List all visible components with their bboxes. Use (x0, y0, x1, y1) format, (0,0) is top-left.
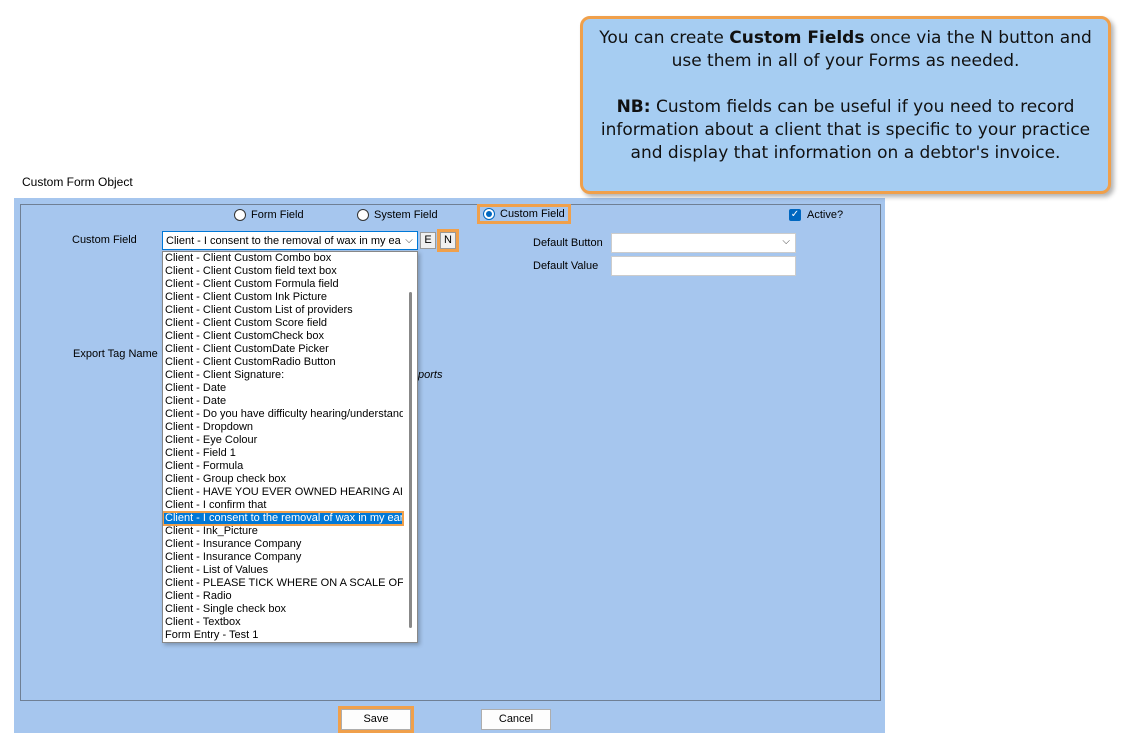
custom-form-object-dialog (14, 198, 885, 733)
dropdown-item[interactable]: Client - Client Custom field text box (163, 265, 403, 278)
new-field-button[interactable]: N (437, 229, 459, 252)
dropdown-item[interactable]: Client - Client CustomDate Picker (163, 343, 403, 356)
dropdown-item[interactable]: Client - Client Custom Ink Picture (163, 291, 403, 304)
form-field-radio[interactable]: Form Field (234, 209, 304, 221)
active-checkbox[interactable]: ✓ Active? (789, 209, 843, 221)
default-button-label: Default Button (533, 237, 603, 249)
dropdown-item[interactable]: Client - Single check box (163, 603, 403, 616)
dropdown-scrollbar[interactable] (409, 292, 412, 628)
export-tag-hint-fragment: ports (418, 369, 443, 381)
callout-nb-label: NB: (616, 97, 651, 117)
dropdown-item[interactable]: Client - PLEASE TICK WHERE ON A SCALE OF (163, 577, 403, 590)
callout-text: You can create (599, 28, 730, 48)
dropdown-item[interactable]: Client - Date (163, 382, 403, 395)
help-callout: You can create Custom Fields once via th… (580, 16, 1111, 194)
callout-bold-text: Custom Fields (729, 28, 865, 48)
dialog-inner-panel (20, 204, 881, 701)
dropdown-item[interactable]: Client - Ink_Picture (163, 525, 403, 538)
default-value-input[interactable] (611, 256, 796, 276)
chevron-down-icon: ⌵ (405, 235, 413, 246)
dropdown-item[interactable]: Client - Insurance Company (163, 551, 403, 564)
radio-unchecked-icon (234, 209, 246, 221)
checkmark-icon: ✓ (789, 209, 801, 221)
callout-paragraph-1: You can create Custom Fields once via th… (593, 27, 1098, 73)
window-title: Custom Form Object (22, 175, 133, 189)
system-field-radio-label: System Field (374, 209, 438, 221)
dropdown-item[interactable]: Client - Client Custom Combo box (163, 252, 403, 265)
dropdown-item[interactable]: Client - Client Custom Score field (163, 317, 403, 330)
dropdown-items: Client - Client Custom Combo box Client -… (163, 252, 417, 642)
cancel-button[interactable]: Cancel (481, 709, 551, 730)
dropdown-item[interactable]: Client - List of Values (163, 564, 403, 577)
custom-field-label: Custom Field (72, 234, 137, 246)
dropdown-item[interactable]: Client - Do you have difficulty hearing/… (163, 408, 403, 421)
dropdown-item[interactable]: Client - Date (163, 395, 403, 408)
dropdown-item[interactable]: Client - Dropdown (163, 421, 403, 434)
dropdown-item[interactable]: Client - Client Custom List of providers (163, 304, 403, 317)
dropdown-item[interactable]: Client - Eye Colour (163, 434, 403, 447)
callout-paragraph-2: NB: Custom fields can be useful if you n… (593, 96, 1098, 165)
export-tag-label: Export Tag Name (73, 348, 158, 360)
dropdown-item[interactable]: Client - Insurance Company (163, 538, 403, 551)
dropdown-item[interactable]: Form Entry - Test 1 (163, 629, 403, 642)
radio-unchecked-icon (357, 209, 369, 221)
edit-field-button[interactable]: E (420, 232, 436, 249)
dropdown-item[interactable]: Client - Client CustomRadio Button (163, 356, 403, 369)
default-button-select[interactable]: ⌵ (611, 233, 796, 253)
dropdown-item[interactable]: Client - Formula (163, 460, 403, 473)
save-button[interactable]: Save (338, 706, 414, 733)
custom-field-combo[interactable]: Client - I consent to the removal of wax… (162, 231, 418, 250)
radio-checked-icon (483, 208, 495, 220)
active-checkbox-label: Active? (807, 209, 844, 221)
dropdown-item[interactable]: Client - I consent to the removal of wax… (163, 511, 404, 526)
default-value-label: Default Value (533, 260, 599, 272)
custom-field-radio-label: Custom Field (500, 208, 565, 220)
callout-nb-text: Custom fields can be useful if you need … (600, 97, 1091, 163)
custom-field-radio[interactable]: Custom Field (477, 204, 571, 224)
dropdown-item[interactable]: Client - I confirm that (163, 499, 403, 512)
form-field-radio-label: Form Field (251, 209, 304, 221)
dropdown-item[interactable]: Client - Radio (163, 590, 403, 603)
dropdown-item[interactable]: Client - Group check box (163, 473, 403, 486)
custom-field-dropdown-list[interactable]: Client - Client Custom Combo box Client -… (162, 251, 418, 643)
dropdown-item[interactable]: Client - Field 1 (163, 447, 403, 460)
custom-field-combo-value: Client - I consent to the removal of wax… (166, 234, 401, 247)
system-field-radio[interactable]: System Field (357, 209, 438, 221)
dropdown-item[interactable]: Client - Textbox (163, 616, 403, 629)
dropdown-item[interactable]: Client - HAVE YOU EVER OWNED HEARING AI (163, 486, 403, 499)
dropdown-item[interactable]: Client - Client Signature: (163, 369, 403, 382)
dropdown-item[interactable]: Client - Client CustomCheck box (163, 330, 403, 343)
dropdown-item[interactable]: Client - Client Custom Formula field (163, 278, 403, 291)
chevron-down-icon: ⌵ (782, 236, 790, 247)
